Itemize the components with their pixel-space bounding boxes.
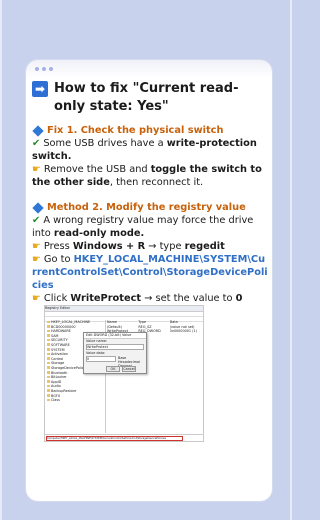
- value-name-field: WriteProtect: [86, 344, 144, 350]
- folder-icon: [47, 338, 50, 342]
- folder-icon: [47, 320, 50, 323]
- fix1-line1: ✔ Some USB drives have a write-protectio…: [32, 138, 257, 162]
- folder-icon: [47, 348, 50, 351]
- check-icon: ✔: [32, 215, 41, 226]
- folder-icon: [47, 366, 50, 369]
- method2-step1: ☛ Press Windows + R → type regedit: [32, 241, 225, 252]
- card-dots: [35, 67, 53, 71]
- folder-icon: [47, 389, 50, 392]
- blue-diamond-icon: [32, 201, 44, 214]
- fix1-line2: ☛ Remove the USB and toggle the switch t…: [32, 164, 262, 188]
- folder-icon: [47, 361, 50, 365]
- pointing-hand-icon: ☛: [32, 293, 41, 304]
- method2-step3: ☛ Click WriteProtect → set the value to …: [32, 293, 243, 304]
- folder-icon: [47, 398, 50, 402]
- cancel-button: Cancel: [122, 366, 136, 372]
- page-title: ➡ How to fix "Current read-only state: Y…: [32, 80, 268, 116]
- registry-address-highlight: Computer\HKEY_LOCAL_MACHINE\SYSTEM\Curre…: [46, 436, 183, 441]
- title-text: How to fix "Current read-only state: Yes…: [54, 81, 239, 114]
- folder-icon: [47, 343, 50, 346]
- tree-item: Class: [45, 398, 105, 403]
- folder-icon: [47, 394, 50, 397]
- left-edge: [0, 0, 2, 520]
- card-content: ➡ How to fix "Current read-only state: Y…: [32, 80, 268, 305]
- folder-icon: [47, 325, 50, 328]
- folder-icon: [47, 371, 50, 374]
- folder-icon: [47, 352, 50, 356]
- folder-icon: [47, 334, 50, 337]
- pointing-hand-icon: ☛: [32, 241, 41, 252]
- arrow-right-icon: ➡: [32, 81, 48, 97]
- check-icon: ✔: [32, 138, 41, 149]
- method2-line1: ✔ A wrong registry value may force the d…: [32, 215, 254, 239]
- folder-icon: [47, 329, 50, 333]
- method2-heading: Method 2. Modify the registry value: [32, 201, 268, 214]
- pointing-hand-icon: ☛: [32, 164, 41, 175]
- folder-icon: [47, 357, 50, 360]
- folder-icon: [47, 375, 50, 379]
- edit-dword-dialog: Edit DWORD (32-bit) Value Value name: Wr…: [83, 332, 147, 374]
- ok-button: OK: [106, 366, 120, 372]
- blue-diamond-icon: [32, 124, 44, 137]
- registry-editor-screenshot: Registry Editor HKEY_LOCAL_MACHINE BCD00…: [44, 305, 204, 442]
- folder-icon: [47, 384, 50, 388]
- right-edge: [290, 0, 292, 520]
- value-data-field: 0: [86, 356, 116, 362]
- pointing-hand-icon: ☛: [32, 254, 41, 265]
- method2-step2: ☛ Go to HKEY_LOCAL_MACHINE\SYSTEM\Curren…: [32, 254, 268, 291]
- folder-icon: [47, 380, 50, 383]
- fix1-heading: Fix 1. Check the physical switch: [32, 124, 268, 137]
- tip-card: ➡ How to fix "Current read-only state: Y…: [26, 60, 272, 501]
- registry-status-bar: Computer\HKEY_LOCAL_MACHINE\SYSTEM\Curre…: [45, 434, 203, 441]
